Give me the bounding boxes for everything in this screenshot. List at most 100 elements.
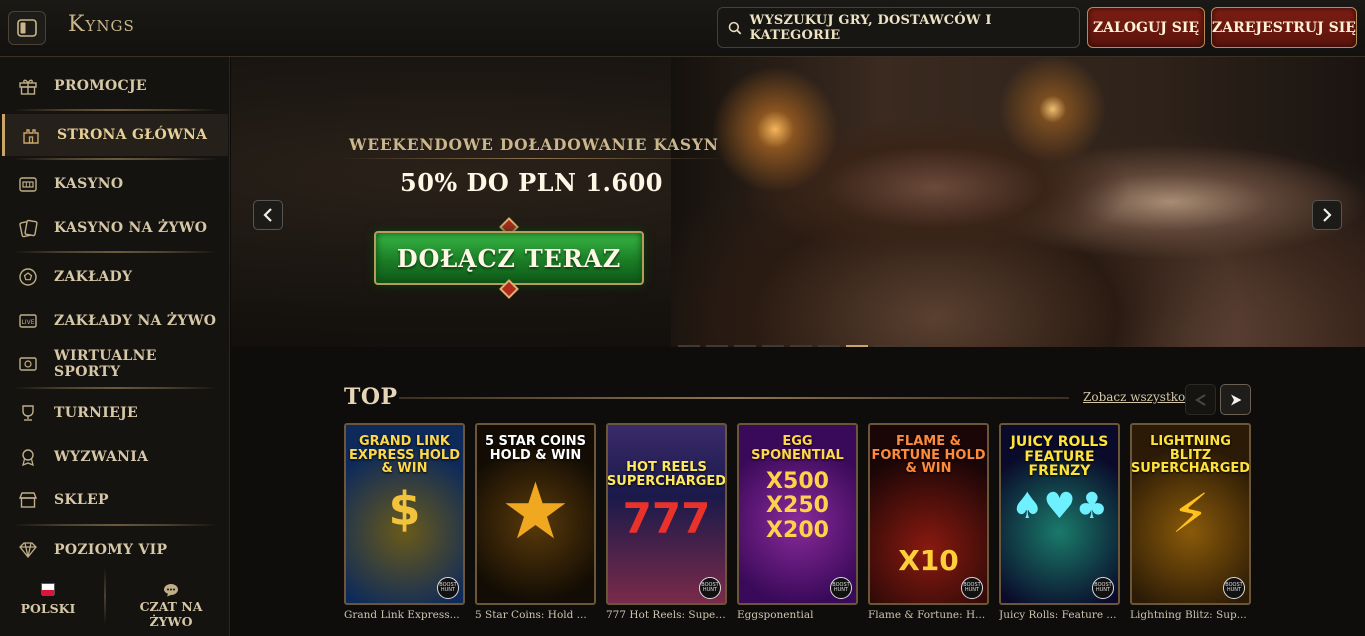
game-card[interactable]: LIGHTNING BLITZ SUPERCHARGED ⚡ BOOST HUNT… [1130, 423, 1251, 621]
arrow-right-icon [1230, 394, 1241, 405]
live-icon: LIVE [19, 314, 37, 328]
svg-text:LIVE: LIVE [21, 319, 34, 326]
game-card[interactable]: EGG SPONENTIAL X500 X250 X200 BOOST HUNT … [737, 423, 858, 621]
game-art-title: LIGHTNING BLITZ SUPERCHARGED [1130, 434, 1251, 477]
game-caption: 5 Star Coins: Hold ... [475, 609, 587, 621]
search-placeholder: WYSZUKUJ GRY, DOSTAWCÓW I KATEGORIE [749, 12, 992, 43]
game-art-glyph: ♠♥♣ [1011, 486, 1108, 528]
login-button[interactable]: ZALOGUJ SIĘ [1087, 7, 1205, 48]
game-art-glyph: X500 X250 X200 [766, 469, 829, 543]
sidebar-item-promocje[interactable]: PROMOCJE [2, 65, 228, 107]
search-icon [728, 21, 742, 34]
sidebar-toggle-button[interactable] [8, 11, 46, 45]
game-caption: Juicy Rolls: Feature ... [999, 609, 1117, 621]
gift-icon [19, 79, 37, 95]
sidebar-item-wirtualne-sporty[interactable]: WIRTUALNE SPORTY [2, 343, 228, 385]
top-bar: Kyngs WYSZUKUJ GRY, DOSTAWCÓW I KATEGORI… [0, 0, 1365, 57]
top-games-section: TOP Zobacz wszystko GRAND LINK EXPRESS H… [231, 347, 1365, 636]
game-card[interactable]: HOT REELS SUPERCHARGED 777 BOOST HUNT 777… [606, 423, 727, 621]
register-button[interactable]: ZAREJESTRUJ SIĘ [1211, 7, 1357, 48]
sidebar-item-label: KASYNO [54, 176, 124, 192]
sidebar: PROMOCJE STRONA GŁÓWNA KASYNO KASYNO NA … [0, 57, 230, 636]
sidebar-item-turnieje[interactable]: TURNIEJE [2, 392, 228, 434]
game-art-glyph: ★ [500, 467, 571, 558]
sidebar-item-strona-glowna[interactable]: STRONA GŁÓWNA [2, 114, 228, 156]
sidebar-item-sklep[interactable]: SKLEP [2, 479, 228, 521]
sidebar-item-kasyno-na-zywo[interactable]: KASYNO NA ŻYWO [2, 207, 228, 249]
game-art-title: 5 STAR COINS HOLD & WIN [484, 434, 587, 463]
see-all-link[interactable]: Zobacz wszystko [1083, 390, 1185, 404]
sidebar-item-poziomy-vip[interactable]: POZIOMY VIP [2, 529, 228, 571]
sidebar-item-label: STRONA GŁÓWNA [57, 127, 208, 143]
sidebar-item-label: KASYNO NA ŻYWO [54, 220, 208, 236]
games-prev-button[interactable] [1185, 384, 1216, 415]
bgaming-badge-icon: BOOST HUNT [1223, 577, 1245, 599]
game-art-glyph: X10 [898, 543, 959, 577]
section-ornament-line [399, 397, 1069, 399]
language-label: POLSKI [20, 601, 76, 616]
sidebar-item-wyzwania[interactable]: WYZWANIA [2, 436, 228, 478]
chevron-left-icon [263, 208, 272, 222]
bgaming-badge-icon: BOOST HUNT [961, 577, 983, 599]
promo-banner[interactable] [231, 57, 1365, 347]
divider [12, 158, 218, 160]
sidebar-item-label: POZIOMY VIP [54, 542, 168, 558]
game-card[interactable]: 5 STAR COINS HOLD & WIN ★ 5 Star Coins: … [475, 423, 596, 621]
game-caption: Lightning Blitz: Sup... [1130, 609, 1247, 621]
join-now-button[interactable]: DOŁĄCZ TERAZ [360, 217, 658, 299]
game-caption: 777 Hot Reels: Super... [606, 609, 727, 621]
sidebar-item-label: ZAKŁADY [54, 269, 133, 285]
game-thumbnail: LIGHTNING BLITZ SUPERCHARGED ⚡ BOOST HUNT [1130, 423, 1251, 605]
game-art-title: FLAME & FORTUNE HOLD & WIN [871, 434, 986, 477]
divider [12, 251, 218, 253]
game-thumbnail: HOT REELS SUPERCHARGED 777 BOOST HUNT [606, 423, 727, 605]
game-thumbnail: 5 STAR COINS HOLD & WIN ★ [475, 423, 596, 605]
banner-subtitle: WEEKENDOWE DOŁADOWANIE KASYN [337, 135, 731, 159]
arrow-left-icon [1194, 393, 1206, 406]
banner-next-button[interactable] [1312, 200, 1342, 230]
sidebar-item-label: ZAKŁADY NA ŻYWO [54, 313, 217, 329]
game-art-glyph: 777 [622, 494, 711, 544]
cta-label: DOŁĄCZ TERAZ [396, 243, 622, 273]
game-card[interactable]: GRAND LINK EXPRESS HOLD & WIN $ BOOST HUN… [344, 423, 465, 621]
bgaming-badge-icon: BOOST HUNT [437, 577, 459, 599]
trophy-icon [22, 405, 34, 421]
sidebar-item-label: SKLEP [54, 492, 109, 508]
cards-icon [19, 219, 38, 238]
banner-image [671, 57, 1365, 347]
sidebar-item-zaklady[interactable]: ZAKŁADY [2, 256, 228, 298]
game-caption: Grand Link Express... [344, 609, 460, 621]
medal-icon [22, 449, 34, 467]
castle-icon [23, 129, 39, 144]
language-selector[interactable]: POLSKI [14, 575, 82, 616]
game-art-title: EGG SPONENTIAL [751, 434, 844, 463]
divider [12, 524, 218, 526]
diamond-icon [19, 542, 37, 559]
chevron-right-icon [1323, 208, 1332, 222]
game-art-glyph: ⚡ [1171, 481, 1210, 545]
divider [104, 567, 106, 625]
sidebar-item-zaklady-na-zywo[interactable]: LIVE ZAKŁADY NA ŻYWO [2, 300, 228, 342]
live-chat-button[interactable]: CZAT NA ŻYWO [116, 575, 226, 629]
logo[interactable]: Kyngs [68, 12, 135, 37]
game-caption: Flame & Fortune: H... [868, 609, 986, 621]
divider [12, 387, 218, 389]
sidebar-footer: POLSKI CZAT NA ŻYWO [0, 567, 230, 636]
game-caption: Eggsponential [737, 609, 814, 621]
virtual-sports-icon [19, 357, 37, 371]
banner-prev-button[interactable] [253, 200, 283, 230]
game-art-title: GRAND LINK EXPRESS HOLD & WIN [349, 434, 460, 477]
games-next-button[interactable] [1220, 384, 1251, 415]
game-art-glyph: $ [388, 481, 421, 536]
bgaming-badge-icon: BOOST HUNT [699, 577, 721, 599]
sidebar-item-label: WYZWANIA [54, 449, 149, 465]
game-card[interactable]: JUICY ROLLS FEATURE FRENZY ♠♥♣ BOOST HUNT… [999, 423, 1120, 621]
sidebar-item-label: PROMOCJE [54, 78, 147, 94]
sidebar-item-kasyno[interactable]: KASYNO [2, 163, 228, 205]
divider [12, 109, 218, 111]
search-input[interactable]: WYSZUKUJ GRY, DOSTAWCÓW I KATEGORIE [717, 7, 1080, 48]
slot-machine-icon [19, 177, 37, 192]
banner-headline: 50% DO PLN 1.600 [400, 168, 663, 197]
game-card[interactable]: FLAME & FORTUNE HOLD & WIN X10 BOOST HUNT… [868, 423, 989, 621]
soccer-ball-icon [19, 268, 37, 286]
